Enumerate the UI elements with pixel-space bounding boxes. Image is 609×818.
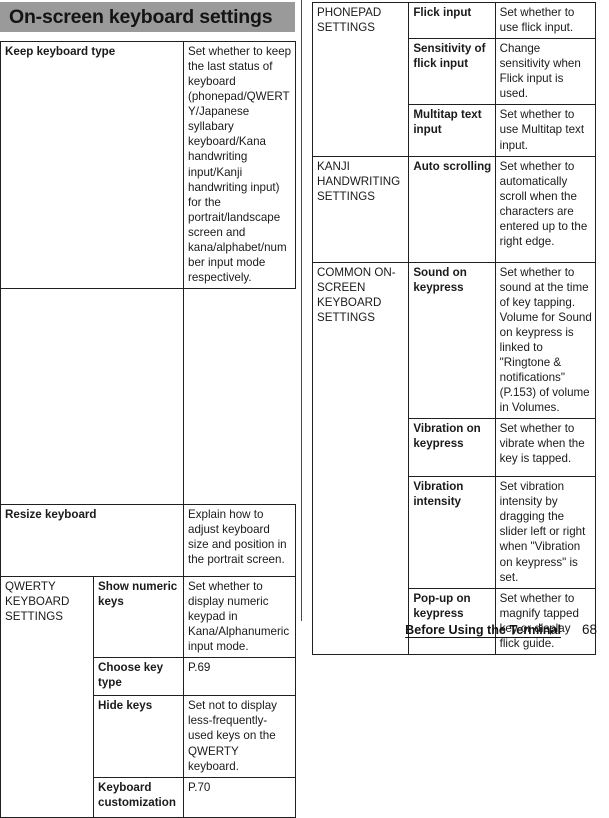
setting-item-name: Keyboard customization: [93, 776, 184, 818]
setting-description: Set whether to automatically scroll when…: [494, 155, 597, 263]
setting-item-name: Sensitivity of flick input: [408, 38, 496, 106]
table-row: Resize keyboard Explain how to adjust ke…: [0, 504, 296, 577]
setting-item-name: Multitap text input: [408, 104, 496, 157]
left-settings-table-wrapper: Keep keyboard type Set whether to keep t…: [0, 41, 296, 818]
setting-category-name: KANJI HANDWRITING SETTINGS: [311, 155, 410, 263]
manual-page: On-screen keyboard settings Keep keyboar…: [0, 0, 609, 818]
section-banner: On-screen keyboard settings: [0, 2, 295, 32]
setting-description: Set whether to display numeric keypad in…: [183, 575, 296, 659]
setting-description: Change sensitivity when Flick input is u…: [494, 38, 597, 106]
right-settings-table-wrapper: PHONEPAD SETTINGS Flick input Set whethe…: [311, 1, 597, 655]
setting-category-name: PHONEPAD SETTINGS: [311, 2, 410, 157]
setting-description: Set whether to sound at the time of key …: [494, 261, 597, 420]
table-row: KANJI HANDWRITING SETTINGS Auto scrollin…: [311, 155, 597, 263]
setting-item-name: Auto scrolling: [408, 155, 496, 263]
setting-category-name: QWERTY KEYBOARD SETTINGS: [0, 576, 94, 818]
setting-item-name: Resize keyboard: [0, 504, 184, 577]
table-row: [0, 288, 296, 505]
setting-description: P.69: [183, 657, 296, 697]
setting-category-name: COMMON ON-SCREEN KEYBOARD SETTINGS: [311, 261, 410, 655]
left-settings-table: Keep keyboard type Set whether to keep t…: [0, 41, 296, 818]
setting-description: Set vibration intensity by dragging the …: [494, 476, 597, 589]
setting-description: P.70: [183, 776, 296, 818]
setting-item-name: Vibration on keypress: [408, 418, 496, 478]
table-row: COMMON ON-SCREEN KEYBOARD SETTINGS Sound…: [311, 261, 597, 655]
setting-item-name: Vibration intensity: [408, 476, 496, 589]
page-footer: Before Using the Terminal 68: [312, 622, 597, 644]
left-page-column: On-screen keyboard settings Keep keyboar…: [0, 0, 296, 818]
table-row: QWERTY KEYBOARD SETTINGS Show numeric ke…: [0, 575, 296, 818]
right-settings-table: PHONEPAD SETTINGS Flick input Set whethe…: [311, 1, 597, 655]
setting-description: Explain how to adjust keyboard size and …: [183, 504, 296, 577]
setting-description: Set whether to vibrate when the key is t…: [494, 418, 597, 478]
setting-item-name: Sound on keypress: [408, 261, 496, 420]
setting-description: Set whether to use flick input.: [494, 1, 597, 40]
setting-item-name: Hide keys: [93, 695, 184, 778]
setting-description: Set whether to keep the last status of k…: [183, 41, 296, 289]
setting-item-name-spacer: [0, 288, 184, 505]
right-page-column: PHONEPAD SETTINGS Flick input Set whethe…: [311, 0, 597, 655]
setting-item-name: Show numeric keys: [93, 575, 184, 659]
column-gutter-rule: [301, 0, 302, 621]
setting-description: Set whether to use Multitap text input.: [494, 104, 597, 157]
setting-item-name: Keep keyboard type: [0, 41, 184, 289]
footer-chapter-label: Before Using the Terminal: [405, 623, 561, 637]
table-row: Keep keyboard type Set whether to keep t…: [0, 41, 296, 289]
setting-description: Set not to display less-frequently-used …: [183, 695, 296, 778]
footer-page-number: 68: [581, 622, 597, 637]
section-banner-title: On-screen keyboard settings: [9, 5, 273, 28]
setting-item-name: Flick input: [408, 1, 496, 40]
table-row: PHONEPAD SETTINGS Flick input Set whethe…: [311, 1, 597, 157]
setting-item-name: Choose key type: [93, 657, 184, 697]
